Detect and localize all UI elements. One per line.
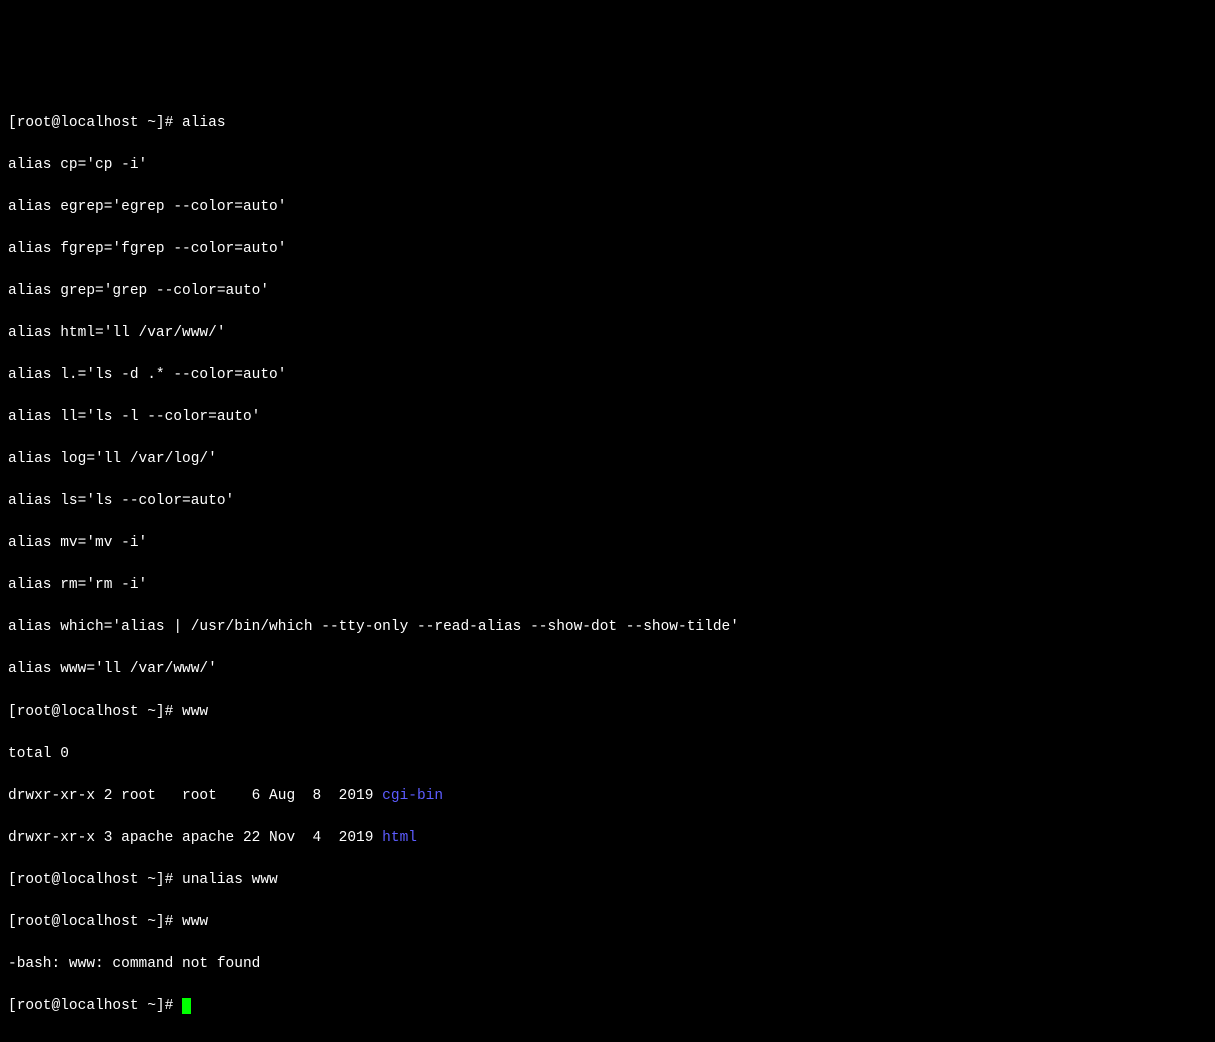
alias-output-line: alias egrep='egrep --color=auto' bbox=[8, 197, 1207, 218]
alias-output-line: alias cp='cp -i' bbox=[8, 155, 1207, 176]
command-unalias-www: unalias www bbox=[182, 872, 278, 888]
prompt-line-2: [root@localhost ~]# www bbox=[8, 702, 1207, 723]
command-www-2: www bbox=[182, 914, 208, 930]
prompt: [root@localhost ~]# bbox=[8, 872, 182, 888]
prompt: [root@localhost ~]# bbox=[8, 914, 182, 930]
prompt-line-4: [root@localhost ~]# www bbox=[8, 912, 1207, 933]
directory-name: html bbox=[382, 830, 417, 846]
alias-output-line: alias log='ll /var/log/' bbox=[8, 449, 1207, 470]
error-line: -bash: www: command not found bbox=[8, 954, 1207, 975]
ll-row: drwxr-xr-x 3 apache apache 22 Nov 4 2019… bbox=[8, 828, 1207, 849]
alias-output-line: alias rm='rm -i' bbox=[8, 575, 1207, 596]
cursor[interactable] bbox=[182, 998, 191, 1014]
alias-output-line: alias ls='ls --color=auto' bbox=[8, 491, 1207, 512]
prompt: [root@localhost ~]# bbox=[8, 998, 182, 1014]
directory-name: cgi-bin bbox=[382, 788, 443, 804]
alias-output-line: alias www='ll /var/www/' bbox=[8, 659, 1207, 680]
ll-total-line: total 0 bbox=[8, 744, 1207, 765]
ll-meta: drwxr-xr-x 3 apache apache 22 Nov 4 2019 bbox=[8, 830, 382, 846]
alias-output-line: alias fgrep='fgrep --color=auto' bbox=[8, 239, 1207, 260]
alias-output-line: alias mv='mv -i' bbox=[8, 533, 1207, 554]
command-www: www bbox=[182, 704, 208, 720]
alias-output-line: alias which='alias | /usr/bin/which --tt… bbox=[8, 617, 1207, 638]
command-alias: alias bbox=[182, 115, 226, 131]
alias-output-line: alias l.='ls -d .* --color=auto' bbox=[8, 365, 1207, 386]
terminal[interactable]: [root@localhost ~]# alias alias cp='cp -… bbox=[8, 92, 1207, 1038]
alias-output-line: alias grep='grep --color=auto' bbox=[8, 281, 1207, 302]
prompt: [root@localhost ~]# bbox=[8, 704, 182, 720]
ll-meta: drwxr-xr-x 2 root root 6 Aug 8 2019 bbox=[8, 788, 382, 804]
prompt: [root@localhost ~]# bbox=[8, 115, 182, 131]
alias-output-line: alias ll='ls -l --color=auto' bbox=[8, 407, 1207, 428]
alias-output-line: alias html='ll /var/www/' bbox=[8, 323, 1207, 344]
prompt-line-3: [root@localhost ~]# unalias www bbox=[8, 870, 1207, 891]
prompt-line-5: [root@localhost ~]# bbox=[8, 996, 1207, 1017]
ll-row: drwxr-xr-x 2 root root 6 Aug 8 2019 cgi-… bbox=[8, 786, 1207, 807]
prompt-line-1: [root@localhost ~]# alias bbox=[8, 113, 1207, 134]
